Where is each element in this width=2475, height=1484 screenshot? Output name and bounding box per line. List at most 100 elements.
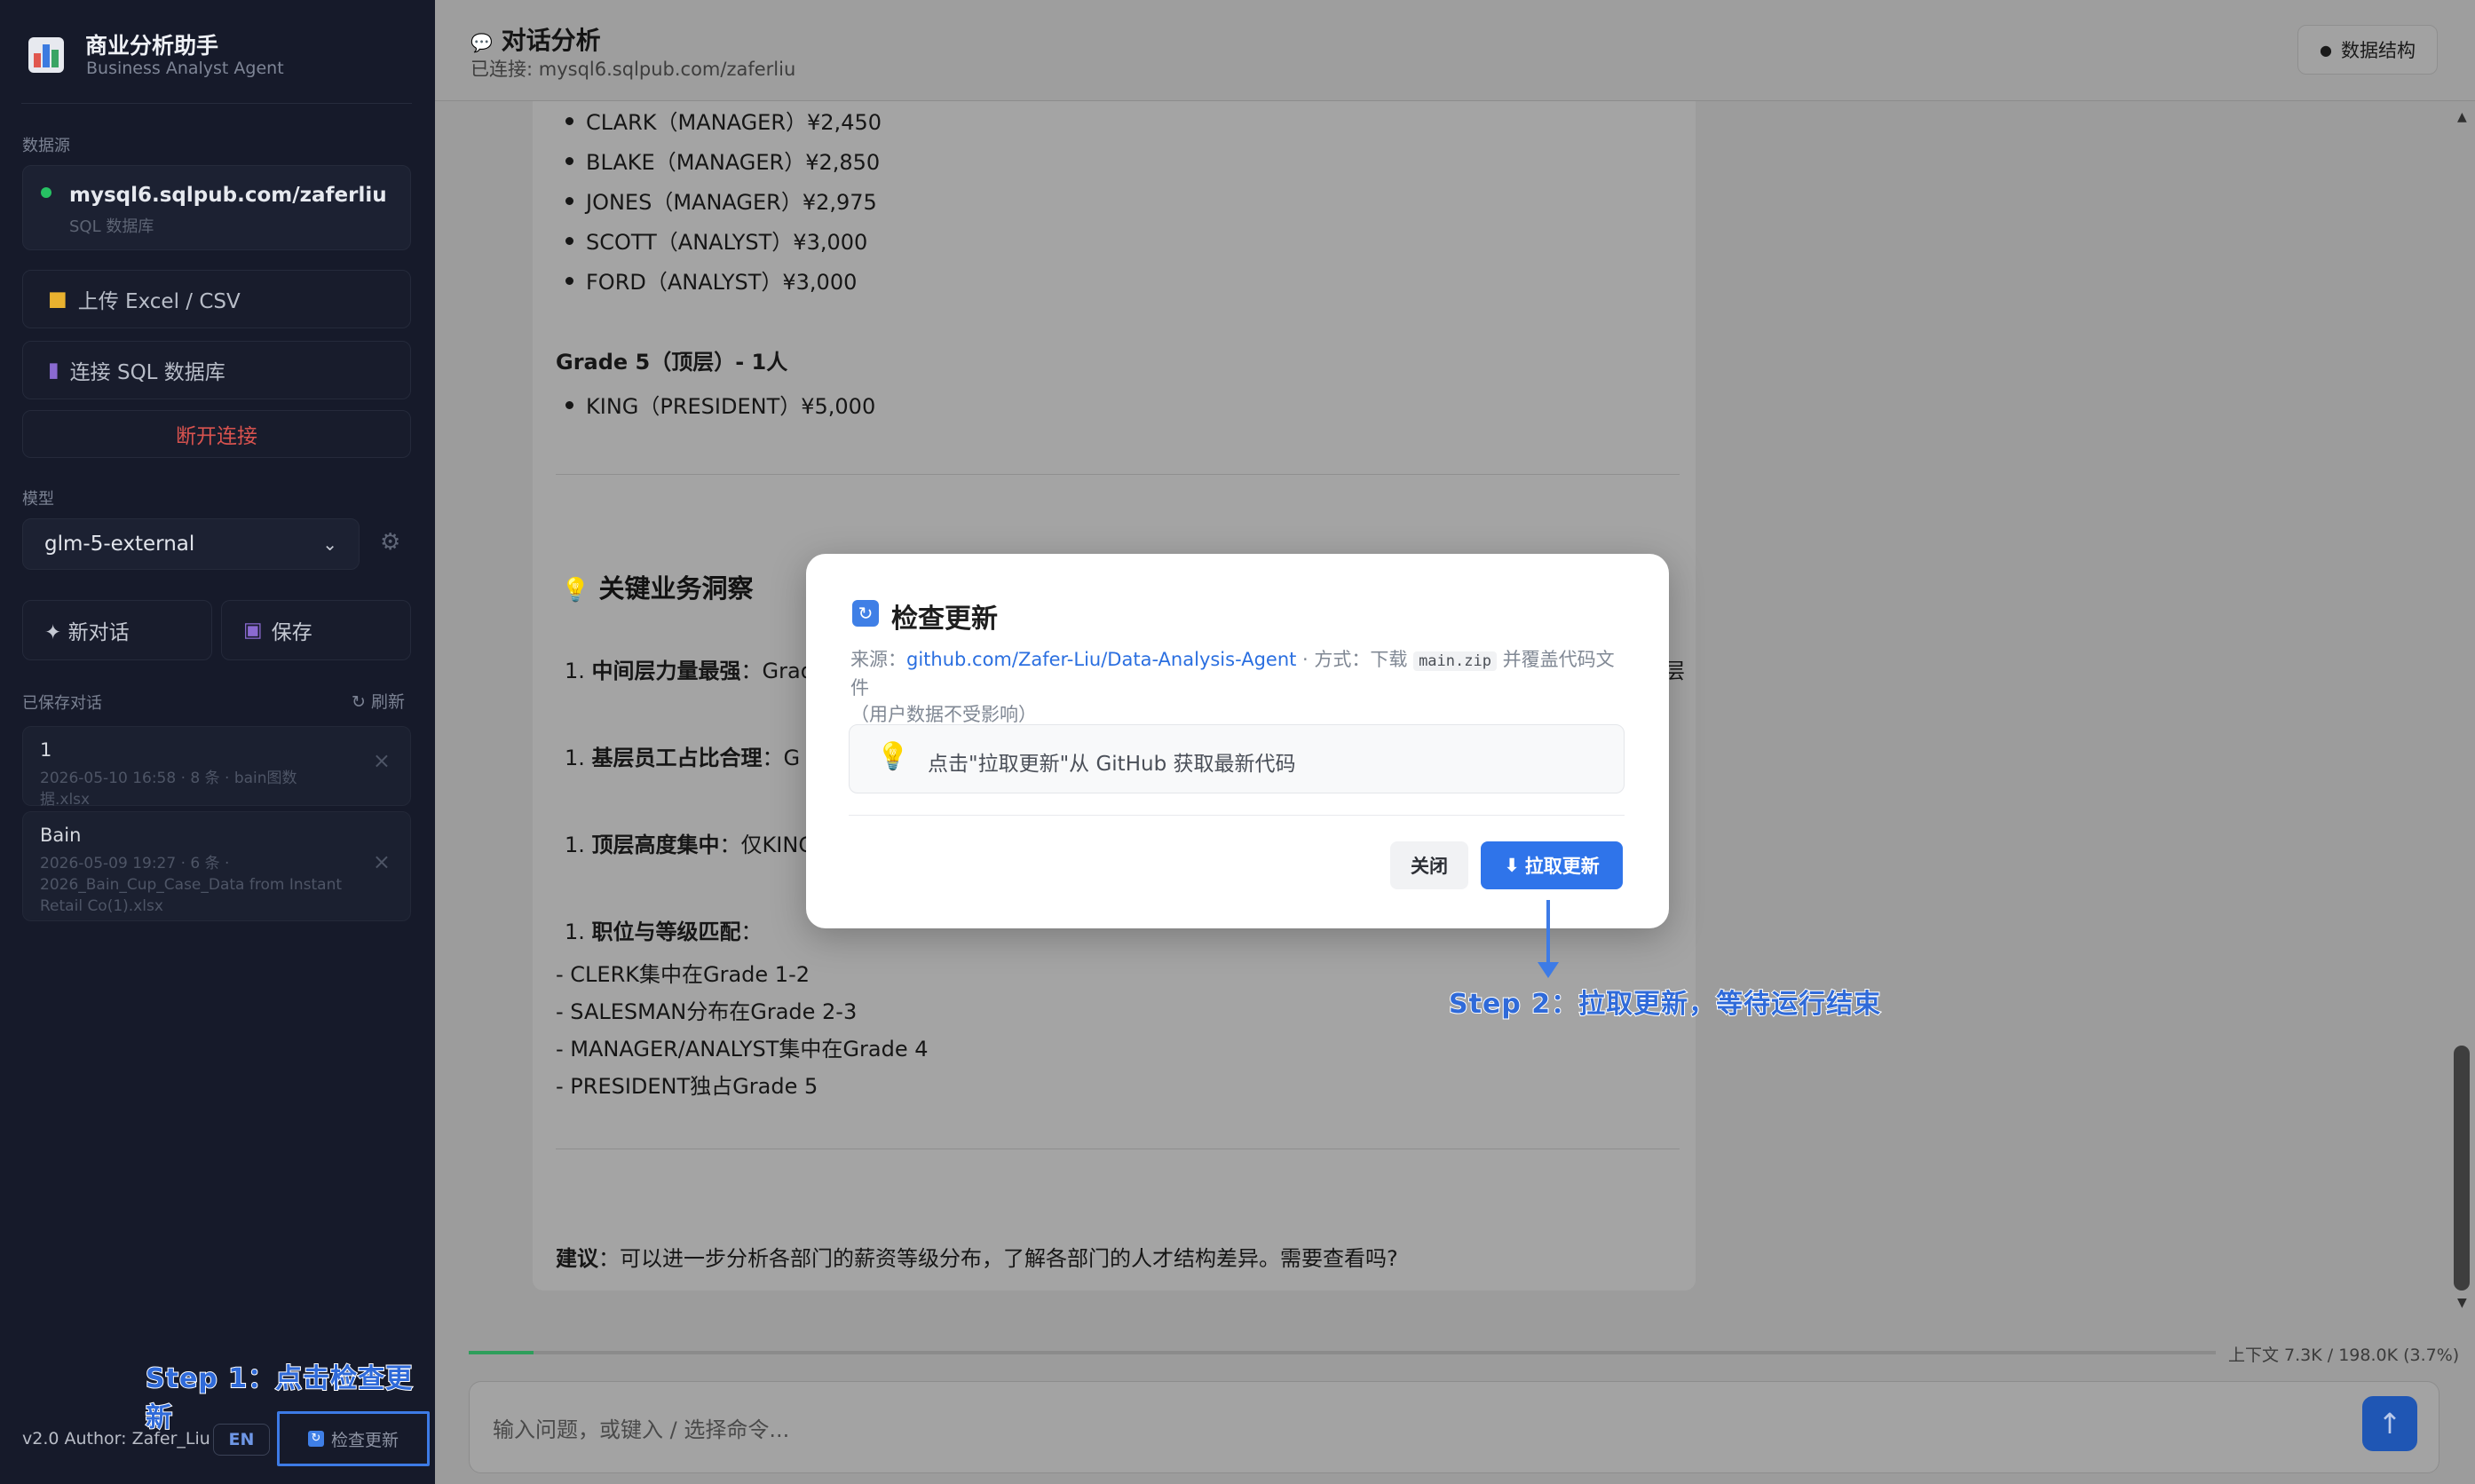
- matching-line: - MANAGER/ANALYST集中在Grade 4: [556, 1037, 929, 1062]
- divider: [556, 474, 1680, 475]
- matching-line: - SALESMAN分布在Grade 2-3: [556, 999, 858, 1024]
- save-button[interactable]: ▣ 保存: [221, 600, 411, 660]
- connect-sql-label: 连接 SQL 数据库: [69, 361, 225, 384]
- connection-card: mysql6.sqlpub.com/zaferliu SQL 数据库: [22, 165, 411, 250]
- close-button[interactable]: 关闭: [1390, 841, 1468, 889]
- list-item: SCOTT（ANALYST）¥3,000: [586, 230, 868, 255]
- check-update-button[interactable]: ↻ 检查更新: [277, 1411, 430, 1466]
- connection-status-icon: [41, 187, 51, 198]
- chat-input[interactable]: 输入问题，或键入 / 选择命令... ↑: [469, 1381, 2439, 1473]
- bullet: [565, 277, 573, 285]
- sidebar: 商业分析助手 Business Analyst Agent 数据源 mysql6…: [0, 0, 435, 1484]
- send-button[interactable]: ↑: [2362, 1396, 2417, 1451]
- github-link[interactable]: github.com/Zafer-Liu/Data-Analysis-Agent: [906, 649, 1296, 670]
- pull-update-label: 拉取更新: [1524, 856, 1600, 877]
- saved-chat-title: 1: [40, 739, 52, 761]
- bullet: [565, 117, 573, 125]
- datasource-label: 数据源: [22, 137, 70, 155]
- connection-subtitle: 已连接: mysql6.sqlpub.com/zaferliu: [470, 59, 796, 80]
- insight-item: 1. 顶层高度集中：仅KING: [565, 833, 815, 857]
- close-icon[interactable]: ×: [373, 849, 391, 874]
- bullet: [565, 237, 573, 245]
- bullet: [565, 197, 573, 205]
- divider: [21, 103, 412, 104]
- dialog-title: 检查更新: [891, 604, 998, 635]
- context-usage: 上下文 7.3K / 198.0K (3.7%): [2228, 1346, 2460, 1365]
- suggestion-text: 建议：可以进一步分析各部门的薪资等级分布，了解各部门的人才结构差异。需要查看吗?: [556, 1246, 1398, 1271]
- app-subtitle: Business Analyst Agent: [86, 59, 284, 78]
- insight-item: 1. 基层员工占比合理：G: [565, 746, 801, 770]
- version-info: v2.0 Author: Zafer_Liu: [22, 1429, 210, 1448]
- context-progress-fill: [469, 1351, 534, 1354]
- dialog-source-info: 来源：github.com/Zafer-Liu/Data-Analysis-Ag…: [850, 649, 1615, 725]
- saved-chat-item[interactable]: Bain 2026-05-09 19:27 · 6 条 · 2026_Bain_…: [22, 811, 411, 921]
- insight-item: 1. 职位与等级匹配：: [565, 920, 763, 944]
- schema-button[interactable]: ● 数据结构: [2297, 25, 2438, 75]
- connection-host: mysql6.sqlpub.com/zaferliu: [69, 184, 387, 207]
- bullet: [565, 401, 573, 409]
- page-title: 💬 对话分析: [470, 26, 601, 55]
- pull-update-button[interactable]: ⬇ 拉取更新: [1481, 841, 1623, 889]
- connect-sql-button[interactable]: ▮ 连接 SQL 数据库: [22, 341, 411, 399]
- update-dialog: ↻ 检查更新 来源：github.com/Zafer-Liu/Data-Anal…: [806, 554, 1669, 928]
- list-item: FORD（ANALYST）¥3,000: [586, 270, 858, 295]
- refresh-icon: ↻: [852, 600, 879, 627]
- new-chat-button[interactable]: ✦ 新对话: [22, 600, 212, 660]
- database-icon: ▮: [48, 359, 59, 382]
- scroll-up-icon[interactable]: ▲: [2457, 110, 2467, 124]
- input-placeholder: 输入问题，或键入 / 选择命令...: [493, 1417, 790, 1442]
- close-icon[interactable]: ×: [373, 748, 391, 773]
- download-icon: ⬇: [1504, 855, 1520, 876]
- step2-annotation: Step 2：拉取更新，等待运行结束: [1448, 988, 1882, 1021]
- new-chat-label: ✦ 新对话: [44, 621, 130, 644]
- matching-line: - PRESIDENT独占Grade 5: [556, 1074, 818, 1099]
- list-item: BLAKE（MANAGER）¥2,850: [586, 150, 881, 175]
- annotation-arrow: [1546, 900, 1550, 967]
- scroll-down-icon[interactable]: ▼: [2457, 1296, 2467, 1310]
- chevron-down-icon: ⌄: [322, 533, 337, 555]
- model-select[interactable]: glm-5-external ⌄: [22, 518, 360, 570]
- database-icon: ●: [2320, 41, 2332, 59]
- divider: [849, 815, 1625, 816]
- saved-chat-meta: 2026-05-09 19:27 · 6 条 · 2026_Bain_Cup_C…: [40, 855, 343, 915]
- list-item: KING（PRESIDENT）¥5,000: [586, 394, 876, 419]
- schema-label: 数据结构: [2341, 40, 2416, 61]
- insight-item: 1. 中间层力量最强：Grad: [565, 659, 814, 683]
- connection-type: SQL 数据库: [69, 217, 154, 236]
- refresh-icon: ↻: [307, 1431, 324, 1447]
- context-progress-bar: [469, 1351, 2216, 1354]
- saved-chats-label: 已保存对话: [22, 694, 102, 713]
- refresh-button[interactable]: ↻ 刷新: [352, 689, 405, 713]
- bullet: [565, 157, 573, 165]
- language-toggle-button[interactable]: EN: [213, 1424, 270, 1456]
- lightbulb-icon: 💡: [876, 741, 910, 772]
- chat-header: 💬 对话分析 已连接: mysql6.sqlpub.com/zaferliu ●…: [435, 0, 2475, 101]
- upload-file-button[interactable]: ■ 上传 Excel / CSV: [22, 270, 411, 328]
- saved-chat-title: Bain: [40, 825, 82, 846]
- annotation-arrow-head: [1538, 962, 1559, 978]
- hint-text: 点击"拉取更新"从 GitHub 获取最新代码: [928, 753, 1296, 776]
- disconnect-button[interactable]: 断开连接: [22, 410, 411, 458]
- speech-bubble-icon: 💬: [470, 32, 493, 53]
- dialog-hint: 💡 点击"拉取更新"从 GitHub 获取最新代码: [849, 724, 1625, 793]
- app-logo-icon: [28, 37, 64, 73]
- matching-line: - CLERK集中在Grade 1-2: [556, 962, 810, 987]
- saved-chat-item[interactable]: 1 2026-05-10 16:58 · 8 条 · bain图数据.xlsx …: [22, 726, 411, 809]
- grade5-heading: Grade 5（顶层）- 1人: [556, 350, 788, 375]
- folder-icon: ■: [48, 288, 67, 311]
- gear-icon[interactable]: ⚙: [380, 529, 400, 556]
- lightbulb-icon: 💡: [561, 577, 590, 604]
- upload-file-label: 上传 Excel / CSV: [77, 290, 241, 313]
- model-value: glm-5-external: [44, 533, 195, 556]
- model-label: 模型: [22, 490, 54, 509]
- floppy-icon: ▣: [243, 619, 263, 642]
- app-title: 商业分析助手: [85, 33, 219, 59]
- save-label: 保存: [271, 621, 312, 644]
- check-update-label: 检查更新: [330, 1430, 399, 1450]
- scrollbar[interactable]: ▲ ▼: [2450, 101, 2475, 1322]
- list-item: CLARK（MANAGER）¥2,450: [586, 110, 882, 135]
- scrollbar-thumb[interactable]: [2454, 1046, 2470, 1291]
- saved-chat-meta: 2026-05-10 16:58 · 8 条 · bain图数据.xlsx: [40, 770, 297, 809]
- insights-heading: 💡 关键业务洞察: [561, 573, 754, 604]
- list-item: JONES（MANAGER）¥2,975: [586, 190, 877, 215]
